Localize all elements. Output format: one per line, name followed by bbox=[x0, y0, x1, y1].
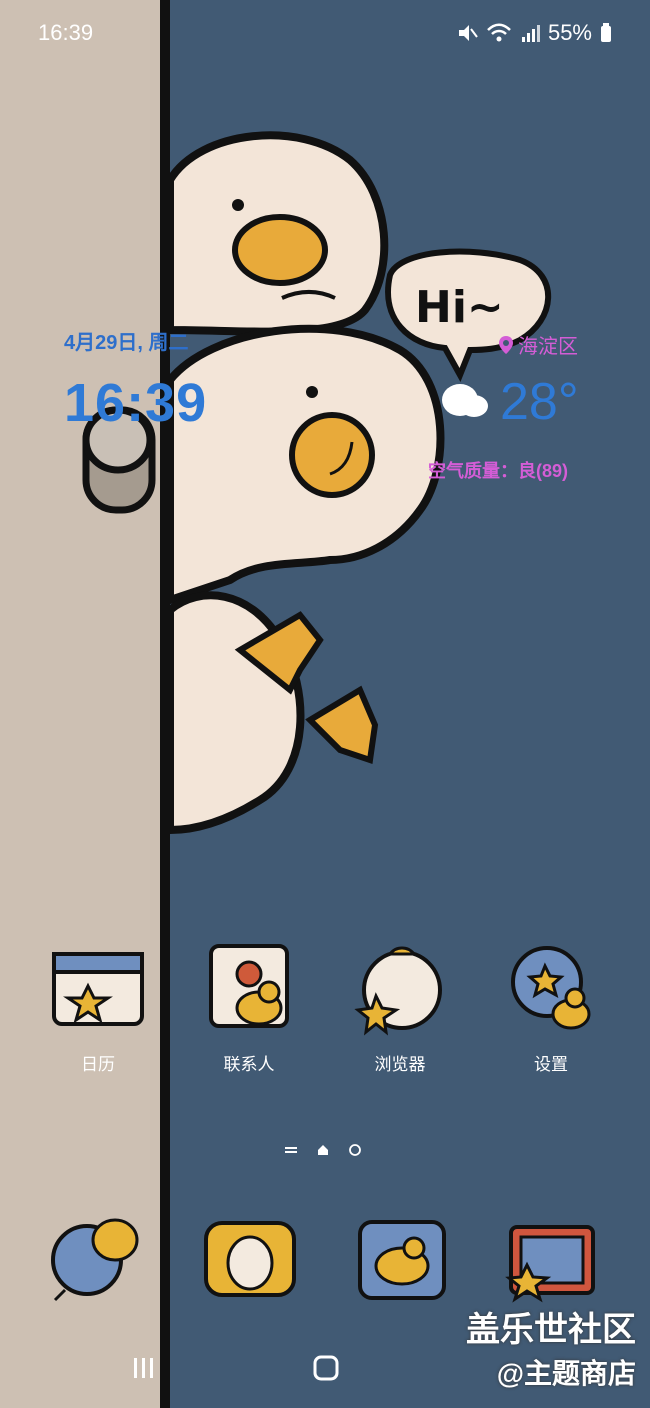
weather-temperature[interactable]: 28° bbox=[500, 372, 579, 432]
battery-icon bbox=[601, 23, 611, 42]
app-label: 设置 bbox=[534, 1055, 568, 1074]
page-indicator-home[interactable] bbox=[316, 1143, 330, 1157]
dock-app-gallery[interactable] bbox=[503, 1205, 603, 1305]
app-label: 联系人 bbox=[223, 1055, 275, 1074]
wallpaper-ducks bbox=[82, 131, 552, 835]
weather-air-quality[interactable]: 空气质量：良(89) bbox=[428, 457, 568, 483]
home-screen: Hi~ 16:39 55% 4月29日, 周二 16:39 海淀区 28° 空气… bbox=[0, 0, 650, 1408]
app-calendar[interactable]: 日历 bbox=[38, 940, 158, 1075]
page-indicator-menu[interactable] bbox=[284, 1143, 298, 1157]
app-settings[interactable]: 设置 bbox=[491, 940, 611, 1075]
location-pin-icon bbox=[499, 335, 513, 354]
dock-app-balloon-duck[interactable] bbox=[45, 1210, 153, 1310]
dock-app-duck-photo[interactable] bbox=[352, 1212, 452, 1306]
contacts-icon bbox=[209, 944, 289, 1028]
signal-icon bbox=[521, 25, 540, 42]
battery-percent: 55% bbox=[547, 20, 592, 45]
app-contacts[interactable]: 联系人 bbox=[189, 940, 309, 1075]
watermark-theme-store: @主题商店 bbox=[496, 1358, 636, 1389]
status-icons: 55% bbox=[456, 20, 612, 46]
watermark-community: 盖乐世社区 bbox=[466, 1311, 636, 1349]
settings-gear-icon bbox=[511, 946, 591, 1030]
status-time: 16:39 bbox=[38, 20, 94, 45]
page-indicator-dot[interactable] bbox=[348, 1143, 362, 1157]
mute-icon bbox=[458, 25, 478, 41]
app-label: 浏览器 bbox=[374, 1055, 426, 1074]
dock-app-duck-card[interactable] bbox=[200, 1215, 300, 1305]
page-indicator[interactable] bbox=[284, 1143, 362, 1157]
nav-recents-button[interactable] bbox=[130, 1352, 158, 1384]
wall-edge-line bbox=[160, 0, 170, 1408]
calendar-icon bbox=[52, 952, 144, 1026]
browser-icon bbox=[354, 946, 442, 1036]
speech-bubble-text: Hi~ bbox=[415, 282, 504, 333]
wifi-icon bbox=[487, 23, 511, 42]
cloud-icon bbox=[442, 384, 488, 417]
weather-location[interactable]: 海淀区 bbox=[498, 330, 578, 359]
clock-time[interactable]: 16:39 bbox=[64, 372, 207, 434]
nav-home-button[interactable] bbox=[312, 1352, 340, 1384]
clock-date[interactable]: 4月29日, 周二 bbox=[64, 326, 188, 355]
app-browser[interactable]: 浏览器 bbox=[340, 940, 460, 1075]
weather-location-text: 海淀区 bbox=[518, 336, 578, 358]
app-label: 日历 bbox=[81, 1055, 115, 1074]
